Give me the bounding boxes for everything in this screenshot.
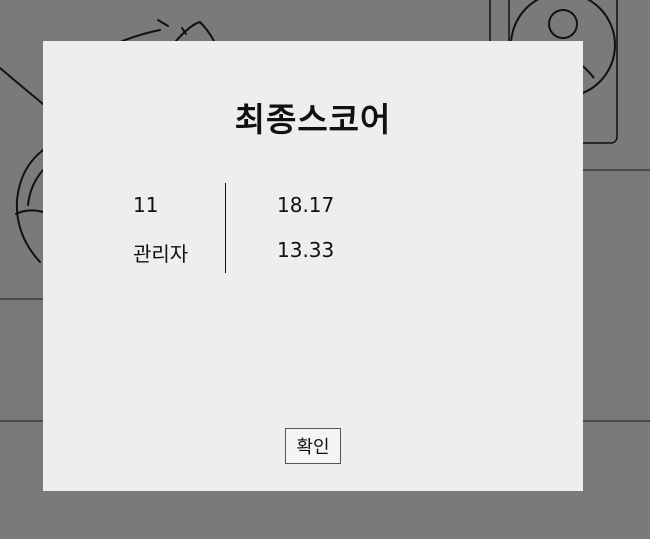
score-row: 관리자 13.33 [133,238,433,268]
player-name: 관리자 [133,242,189,266]
dialog-title: 최종스코어 [234,100,392,139]
player-score: 18.17 [277,193,335,217]
confirm-button[interactable]: 확인 [285,428,341,464]
game-screen: 최종스코어 11 18.17 관리자 13.33 확인 [0,0,650,539]
score-table: 11 18.17 관리자 13.33 [133,183,433,273]
player-score: 13.33 [277,238,335,262]
player-name: 11 [133,193,159,217]
score-row: 11 18.17 [133,193,433,223]
final-score-dialog: 최종스코어 11 18.17 관리자 13.33 확인 [43,41,583,491]
